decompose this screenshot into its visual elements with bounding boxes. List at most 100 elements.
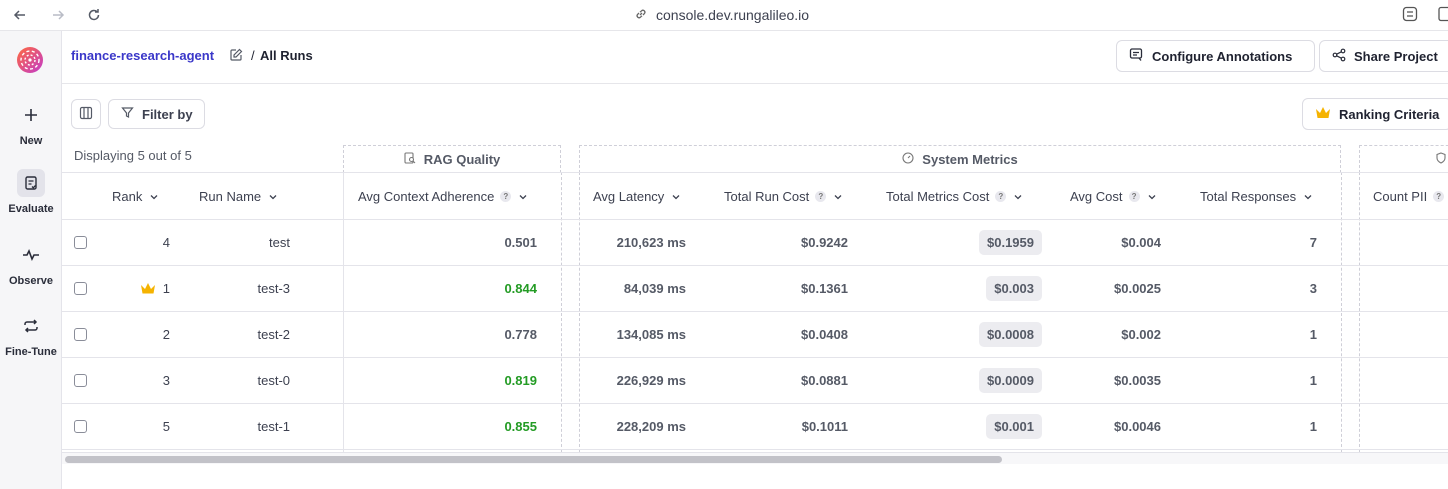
responses-cell: 1 [1309, 327, 1317, 342]
table-row[interactable]: 2 test-2 0.778 134,085 ms $0.0408 $0.0008 $0.0… [62, 312, 1448, 358]
displaying-count: Displaying 5 out of 5 [74, 148, 192, 163]
chevron-down-icon [1014, 194, 1022, 199]
browser-toolbar: console.dev.rungalileo.io [0, 0, 1448, 31]
context-adherence-cell: 0.819 [504, 373, 537, 388]
run-cost-cell: $0.1011 [801, 419, 848, 434]
responses-cell: 1 [1309, 419, 1317, 434]
table-row[interactable]: 4 test 0.501 210,623 ms $0.9242 $0.1959 $0.004… [62, 220, 1448, 266]
run-cost-cell: $0.1361 [801, 281, 848, 296]
ranking-criteria-button[interactable]: Ranking Criteria [1302, 98, 1448, 130]
left-nav-rail: New Evaluate Observe Fine-Tune [0, 31, 62, 489]
avg-cost-cell: $0.0025 [1114, 281, 1161, 296]
col-header-count-pii[interactable]: Count PII ? [1373, 173, 1445, 220]
col-header-latency[interactable]: Avg Latency [593, 173, 682, 220]
run-name-cell[interactable]: test-3 [212, 266, 290, 311]
help-icon[interactable]: ? [995, 191, 1007, 202]
page-header: finance-research-agent / All Runs Config… [62, 31, 1448, 84]
row-checkbox[interactable] [74, 374, 87, 387]
run-name-cell[interactable]: test [212, 220, 290, 265]
chevron-down-icon [1304, 194, 1312, 199]
shield-icon [1436, 152, 1446, 167]
back-arrow-icon[interactable] [9, 5, 31, 25]
col-pii-label: Count PII [1373, 189, 1428, 204]
filter-label: Filter by [142, 106, 193, 122]
breadcrumb-project[interactable]: finance-research-agent [71, 48, 214, 63]
chevron-down-icon [672, 194, 680, 199]
table-row[interactable]: 1 test-3 0.844 84,039 ms $0.1361 $0.003 $0.002… [62, 266, 1448, 312]
col-header-run-name[interactable]: Run Name [199, 173, 279, 220]
help-icon[interactable]: ? [815, 191, 827, 202]
latency-cell: 84,039 ms [623, 281, 686, 296]
share-project-button[interactable]: Share Project [1319, 40, 1448, 72]
col-header-rank[interactable]: Rank [112, 173, 160, 220]
runs-table: Rank Run Name Avg Context Adherence ? Av… [62, 172, 1448, 452]
rail-item-evaluate[interactable]: Evaluate [0, 169, 62, 215]
scrollbar-thumb[interactable] [65, 456, 1002, 463]
chevron-down-icon [1148, 194, 1155, 199]
col-header-run-cost[interactable]: Total Run Cost ? [724, 173, 844, 220]
row-checkbox[interactable] [74, 328, 87, 341]
rank-cell: 1 [162, 281, 170, 296]
run-name-cell[interactable]: test-0 [212, 358, 290, 403]
run-name-cell[interactable]: test-2 [212, 312, 290, 357]
columns-toggle-button[interactable] [71, 99, 101, 129]
row-checkbox[interactable] [74, 420, 87, 433]
col-run-name-label: Run Name [199, 189, 262, 204]
annotation-icon [1129, 47, 1144, 65]
help-icon[interactable]: ? [1128, 191, 1140, 202]
latency-cell: 228,209 ms [616, 419, 686, 434]
clipboard-check-icon [17, 169, 45, 197]
avg-cost-cell: $0.002 [1121, 327, 1161, 342]
avg-cost-cell: $0.004 [1121, 235, 1161, 250]
reader-icon[interactable] [1402, 6, 1420, 24]
rail-label-new: New [19, 135, 43, 147]
rail-label-observe: Observe [8, 275, 54, 287]
rail-item-fine-tune[interactable]: Fine-Tune [0, 312, 62, 358]
context-adherence-cell: 0.501 [504, 235, 537, 250]
col-avg-cost-label: Avg Cost [1070, 189, 1123, 204]
metrics-cost-pill: $0.003 [986, 276, 1042, 301]
metrics-cost-pill: $0.0009 [979, 368, 1042, 393]
col-header-responses[interactable]: Total Responses [1200, 173, 1314, 220]
horizontal-scrollbar[interactable] [62, 452, 1448, 464]
sidebar-toggle-icon[interactable] [1438, 6, 1448, 24]
rail-label-evaluate: Evaluate [8, 203, 54, 215]
run-name-cell[interactable]: test-1 [212, 404, 290, 449]
forward-arrow-icon[interactable] [47, 5, 69, 25]
link-icon [634, 7, 648, 24]
chevron-down-icon [519, 194, 527, 199]
group-system-metrics: System Metrics [579, 145, 1341, 173]
col-metrics-cost-label: Total Metrics Cost [886, 189, 990, 204]
help-icon[interactable]: ? [1433, 191, 1445, 202]
rail-item-observe[interactable]: Observe [0, 241, 62, 287]
context-adherence-cell: 0.778 [504, 327, 537, 342]
galileo-logo[interactable] [15, 45, 45, 75]
table-row[interactable]: 5 test-1 0.855 228,209 ms $0.1011 $0.001 $0.00… [62, 404, 1448, 450]
configure-annotations-label: Configure Annotations [1152, 48, 1293, 64]
breadcrumb-current: All Runs [260, 48, 313, 63]
repeat-icon [17, 312, 45, 340]
col-header-metrics-cost[interactable]: Total Metrics Cost ? [886, 173, 1024, 220]
row-checkbox[interactable] [74, 282, 87, 295]
address-bar[interactable]: console.dev.rungalileo.io [634, 6, 809, 24]
filter-button[interactable]: Filter by [108, 99, 205, 129]
run-cost-cell: $0.0881 [801, 373, 848, 388]
edit-icon[interactable] [229, 48, 243, 62]
avg-cost-cell: $0.0035 [1114, 373, 1161, 388]
gauge-icon [902, 152, 914, 167]
row-checkbox[interactable] [74, 236, 87, 249]
reload-icon[interactable] [83, 5, 105, 25]
table-row[interactable]: 3 test-0 0.819 226,929 ms $0.0881 $0.0009 $0.0… [62, 358, 1448, 404]
context-adherence-cell: 0.844 [504, 281, 537, 296]
latency-cell: 134,085 ms [616, 327, 686, 342]
help-icon[interactable]: ? [500, 191, 512, 202]
rail-label-fine-tune: Fine-Tune [5, 346, 57, 358]
col-header-context-adherence[interactable]: Avg Context Adherence ? [358, 173, 529, 220]
metrics-cost-pill: $0.001 [986, 414, 1042, 439]
col-header-avg-cost[interactable]: Avg Cost ? [1070, 173, 1158, 220]
configure-annotations-button[interactable]: Configure Annotations [1116, 40, 1315, 72]
share-icon [1332, 48, 1346, 65]
rank-cell: 3 [162, 373, 170, 388]
rail-item-new[interactable]: New [0, 101, 62, 147]
search-doc-icon [404, 152, 416, 167]
